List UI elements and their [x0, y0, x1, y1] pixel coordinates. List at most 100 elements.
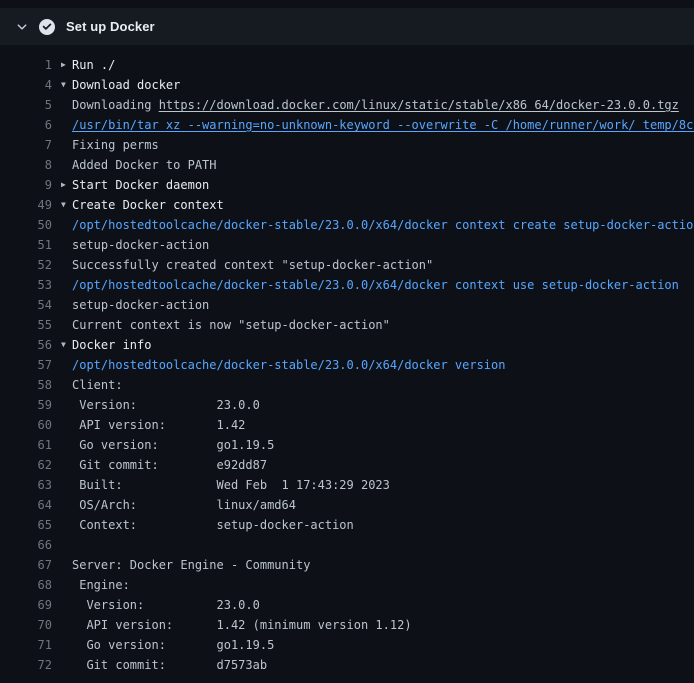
log-line: 5 Downloading https://download.docker.com…: [0, 95, 694, 115]
line-number[interactable]: 63: [0, 475, 52, 495]
chevron-collapsed-icon[interactable]: ▶: [52, 175, 72, 195]
arrow-spacer: [52, 115, 72, 135]
arrow-spacer: [52, 435, 72, 455]
line-number[interactable]: 58: [0, 375, 52, 395]
line-content: Go version: go1.19.5: [72, 635, 694, 655]
log-text: Start Docker daemon: [72, 178, 209, 192]
line-number[interactable]: 60: [0, 415, 52, 435]
log-line: 9▶Start Docker daemon: [0, 175, 694, 195]
log-line: 60 API version: 1.42: [0, 415, 694, 435]
line-number[interactable]: 52: [0, 255, 52, 275]
line-content: setup-docker-action: [72, 235, 694, 255]
log-line: 55 Current context is now "setup-docker-a…: [0, 315, 694, 335]
arrow-spacer: [52, 655, 72, 675]
line-content: Docker info: [72, 335, 694, 355]
line-number[interactable]: 70: [0, 615, 52, 635]
arrow-spacer: [52, 135, 72, 155]
line-number[interactable]: 55: [0, 315, 52, 335]
chevron-expanded-icon[interactable]: ▼: [52, 195, 72, 215]
line-number[interactable]: 8: [0, 155, 52, 175]
log-line: 7 Fixing perms: [0, 135, 694, 155]
line-number[interactable]: 61: [0, 435, 52, 455]
line-number[interactable]: 53: [0, 275, 52, 295]
line-content: Successfully created context "setup-dock…: [72, 255, 694, 275]
line-number[interactable]: 56: [0, 335, 52, 355]
line-number[interactable]: 71: [0, 635, 52, 655]
line-number[interactable]: 59: [0, 395, 52, 415]
line-number[interactable]: 54: [0, 295, 52, 315]
log-text: API version: 1.42: [72, 418, 245, 432]
log-line: 63 Built: Wed Feb 1 17:43:29 2023: [0, 475, 694, 495]
log-text: Current context is now "setup-docker-act…: [72, 318, 390, 332]
line-number[interactable]: 7: [0, 135, 52, 155]
line-number[interactable]: 57: [0, 355, 52, 375]
line-number[interactable]: 51: [0, 235, 52, 255]
log-line: 62 Git commit: e92dd87: [0, 455, 694, 475]
line-number[interactable]: 9: [0, 175, 52, 195]
log-line: 51 setup-docker-action: [0, 235, 694, 255]
line-content: /opt/hostedtoolcache/docker-stable/23.0.…: [72, 355, 694, 375]
log-line: 65 Context: setup-docker-action: [0, 515, 694, 535]
line-content: /usr/bin/tar xz --warning=no-unknown-key…: [72, 115, 694, 135]
arrow-spacer: [52, 95, 72, 115]
log-line: 50/opt/hostedtoolcache/docker-stable/23.…: [0, 215, 694, 235]
line-content: Engine:: [72, 575, 694, 595]
line-content: Context: setup-docker-action: [72, 515, 694, 535]
line-number[interactable]: 64: [0, 495, 52, 515]
chevron-down-icon[interactable]: [16, 21, 28, 33]
arrow-spacer: [52, 475, 72, 495]
line-number[interactable]: 66: [0, 535, 52, 555]
log-text: Context: setup-docker-action: [72, 518, 354, 532]
line-number[interactable]: 65: [0, 515, 52, 535]
log-text: Git commit: e92dd87: [72, 458, 267, 472]
log-line: 8Added Docker to PATH: [0, 155, 694, 175]
step-header[interactable]: Set up Docker: [0, 8, 694, 45]
line-content: Built: Wed Feb 1 17:43:29 2023: [72, 475, 694, 495]
line-number[interactable]: 69: [0, 595, 52, 615]
line-content: Server: Docker Engine - Community: [72, 555, 694, 575]
line-content: Create Docker context: [72, 195, 694, 215]
arrow-spacer: [52, 315, 72, 335]
chevron-expanded-icon[interactable]: ▼: [52, 75, 72, 95]
arrow-spacer: [52, 595, 72, 615]
line-content: [72, 535, 694, 555]
chevron-expanded-icon[interactable]: ▼: [52, 335, 72, 355]
log-text: Run ./: [72, 58, 115, 72]
arrow-spacer: [52, 295, 72, 315]
line-number[interactable]: 4: [0, 75, 52, 95]
line-number[interactable]: 1: [0, 55, 52, 75]
log-text: Docker info: [72, 338, 151, 352]
log-line: 53/opt/hostedtoolcache/docker-stable/23.…: [0, 275, 694, 295]
check-circle-icon: [39, 19, 55, 35]
log-line: 56▼Docker info: [0, 335, 694, 355]
log-text: OS/Arch: linux/amd64: [72, 498, 296, 512]
arrow-spacer: [52, 355, 72, 375]
log-link[interactable]: https://download.docker.com/linux/static…: [159, 98, 679, 112]
arrow-spacer: [52, 455, 72, 475]
line-number[interactable]: 62: [0, 455, 52, 475]
log-text: Built: Wed Feb 1 17:43:29 2023: [72, 478, 390, 492]
arrow-spacer: [52, 155, 72, 175]
step-title: Set up Docker: [66, 19, 155, 34]
log-text: Go version: go1.19.5: [72, 638, 274, 652]
log-line: 69 Version: 23.0.0: [0, 595, 694, 615]
line-number[interactable]: 6: [0, 115, 52, 135]
line-number[interactable]: 67: [0, 555, 52, 575]
log-text: Successfully created context "setup-dock…: [72, 258, 433, 272]
log-text: Fixing perms: [72, 138, 159, 152]
line-content: Current context is now "setup-docker-act…: [72, 315, 694, 335]
arrow-spacer: [52, 535, 72, 555]
arrow-spacer: [52, 635, 72, 655]
line-number[interactable]: 50: [0, 215, 52, 235]
log-line: 4▼Download docker: [0, 75, 694, 95]
line-number[interactable]: 5: [0, 95, 52, 115]
log-lines: 1▶Run ./4▼Download docker5Downloading ht…: [0, 45, 694, 675]
line-content: Downloading https://download.docker.com/…: [72, 95, 694, 115]
line-number[interactable]: 68: [0, 575, 52, 595]
line-content: Git commit: d7573ab: [72, 655, 694, 675]
line-number[interactable]: 72: [0, 655, 52, 675]
line-number[interactable]: 49: [0, 195, 52, 215]
chevron-collapsed-icon[interactable]: ▶: [52, 55, 72, 75]
log-line: 52 Successfully created context "setup-do…: [0, 255, 694, 275]
log-text: Download docker: [72, 78, 180, 92]
